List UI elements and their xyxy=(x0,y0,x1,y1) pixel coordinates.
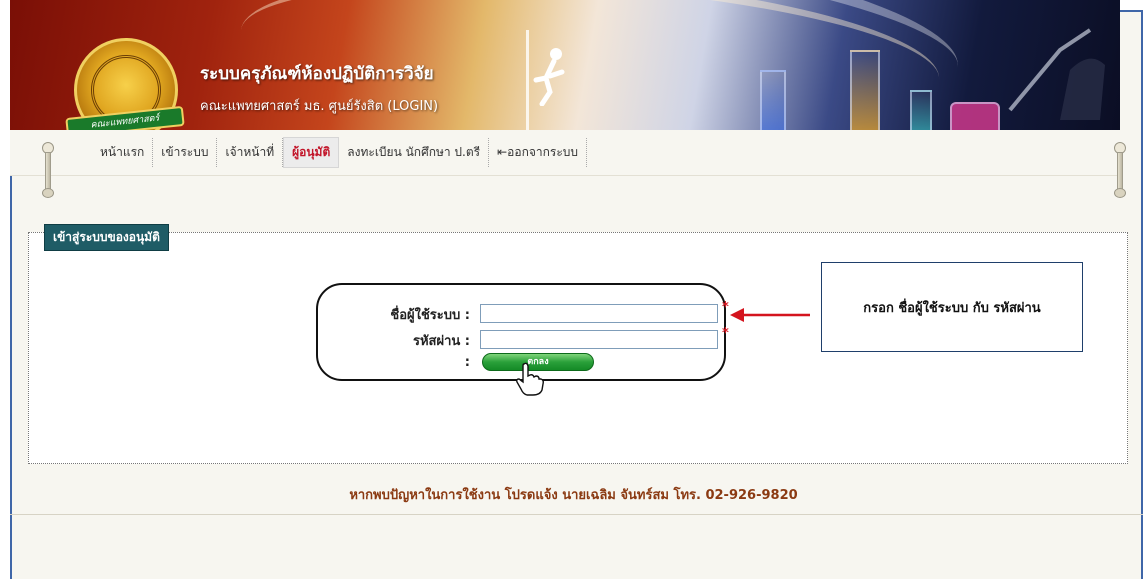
nav-item-logout[interactable]: ⇤ออกจากระบบ xyxy=(489,138,587,167)
logout-icon: ⇤ xyxy=(497,145,508,159)
scroll-pin-left-icon xyxy=(42,142,54,198)
logout-label: ออกจากระบบ xyxy=(507,145,578,159)
scroll-pin-right-icon xyxy=(1114,142,1126,198)
lab-glassware xyxy=(950,102,1000,130)
banner-divider xyxy=(526,30,529,130)
system-title: ระบบครุภัณฑ์ห้องปฏิบัติการวิจัย xyxy=(200,64,434,84)
main-nav: หน้าแรก เข้าระบบ เจ้าหน้าที่ ผู้อนุมัติ … xyxy=(10,130,1120,176)
lab-hand-icon xyxy=(1008,28,1105,120)
contact-footer: หากพบปัญหาในการใช้งาน โปรดแจ้ง นายเฉลิม … xyxy=(349,488,798,503)
password-label: รหัสผ่าน : xyxy=(412,334,470,349)
nav-item-home[interactable]: หน้าแรก xyxy=(92,138,154,167)
instruction-callout: กรอก ชื่อผู้ใช้ระบบ กับ รหัสผ่าน xyxy=(821,262,1083,352)
username-required-mark: * xyxy=(722,300,729,315)
hand-pointer-cursor-icon xyxy=(516,362,544,396)
lab-glassware xyxy=(850,50,880,130)
nav-item-approver[interactable]: ผู้อนุมัติ xyxy=(283,137,340,168)
password-required-mark: * xyxy=(722,326,729,341)
nav-item-register[interactable]: ลงทะเบียน นักศึกษา ป.ตรี xyxy=(339,138,490,167)
header-banner: คณะแพทยศาสตร์ ระบบครุภัณฑ์ห้องปฏิบัติการ… xyxy=(10,0,1120,130)
submit-colon: : xyxy=(464,355,470,370)
nav-item-staff[interactable]: เจ้าหน้าที่ xyxy=(217,138,284,167)
username-input[interactable] xyxy=(480,304,718,323)
lab-glassware xyxy=(760,70,786,130)
callout-text: กรอก ชื่อผู้ใช้ระบบ กับ รหัสผ่าน xyxy=(863,301,1041,316)
nav-item-login[interactable]: เข้าระบบ xyxy=(153,138,218,167)
callout-arrow-icon xyxy=(730,308,810,322)
footer-divider xyxy=(10,514,1143,515)
username-label: ชื่อผู้ใช้ระบบ : xyxy=(390,308,470,323)
password-input[interactable] xyxy=(480,330,718,349)
lab-glassware xyxy=(910,90,932,130)
fieldset-legend: เข้าสู่ระบบของอนุมัติ xyxy=(44,224,169,251)
running-figure-icon xyxy=(533,48,565,106)
system-subtitle: คณะแพทยศาสตร์ มธ. ศูนย์รังสิต (LOGIN) xyxy=(200,99,439,114)
